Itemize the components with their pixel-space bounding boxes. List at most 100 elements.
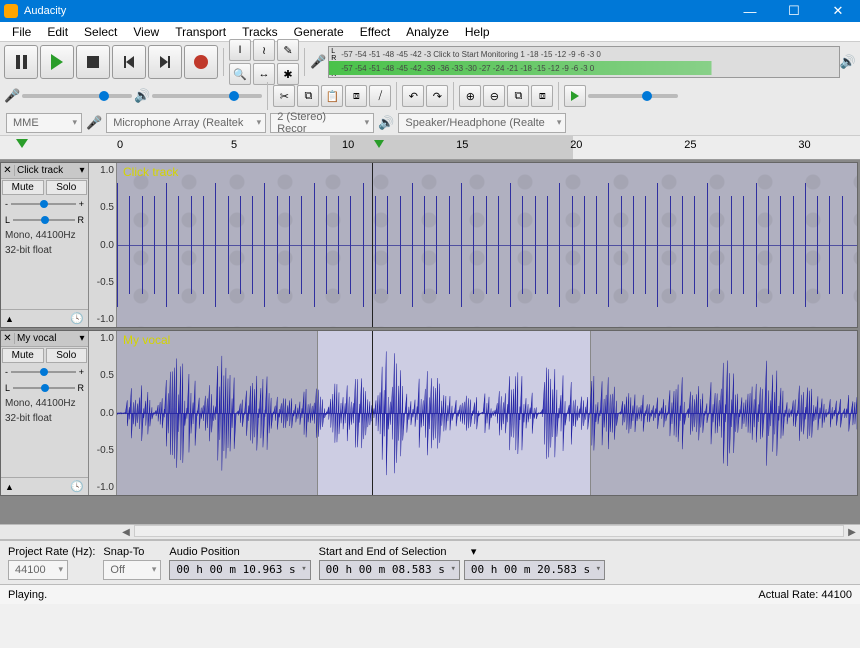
draw-tool[interactable]: ✎ bbox=[277, 39, 299, 61]
statusbar: Playing. Actual Rate: 44100 bbox=[0, 584, 860, 604]
pause-button[interactable] bbox=[4, 45, 38, 79]
mute-button[interactable]: Mute bbox=[2, 348, 44, 363]
play-meter-icon: 🔊 bbox=[840, 54, 856, 70]
rec-meter[interactable]: LR -57 -54 -51 -48 -45 -42 -3 Click to S… bbox=[328, 46, 840, 78]
rec-meter-scale: -57 -54 -51 -48 -45 -42 -3 Click to Star… bbox=[329, 47, 839, 61]
horizontal-scrollbar[interactable]: ◀ ▶ bbox=[0, 524, 860, 540]
menu-select[interactable]: Select bbox=[76, 23, 125, 41]
menu-effect[interactable]: Effect bbox=[352, 23, 398, 41]
audio-position-label: Audio Position bbox=[169, 546, 310, 558]
cut-button[interactable]: ✂ bbox=[273, 85, 295, 107]
tools-grid: I ≀ ✎ 🔍 ↔ ✱ bbox=[229, 39, 299, 85]
track-label: My vocal bbox=[123, 333, 170, 347]
menu-generate[interactable]: Generate bbox=[286, 23, 352, 41]
mic-icon: 🎤 bbox=[4, 88, 20, 104]
actual-rate-text: Actual Rate: 44100 bbox=[758, 589, 852, 601]
selection-tool[interactable]: I bbox=[229, 39, 251, 61]
menu-edit[interactable]: Edit bbox=[39, 23, 76, 41]
menubar: File Edit Select View Transport Tracks G… bbox=[0, 22, 860, 42]
track-name[interactable]: My vocal bbox=[15, 333, 76, 344]
envelope-tool[interactable]: ≀ bbox=[253, 39, 275, 61]
device-toolbar: MME 🎤 Microphone Array (Realtek 2 (Stere… bbox=[0, 110, 860, 136]
play-button[interactable] bbox=[40, 45, 74, 79]
play-volume-slider[interactable] bbox=[152, 94, 262, 98]
speaker-icon: 🔊 bbox=[134, 88, 150, 104]
playhead-start-icon bbox=[16, 139, 28, 148]
input-device-combo[interactable]: Microphone Array (Realtek bbox=[106, 113, 266, 133]
track-close-button[interactable]: ✕ bbox=[1, 333, 15, 344]
gain-slider[interactable]: -+ bbox=[5, 367, 84, 377]
solo-button[interactable]: Solo bbox=[46, 180, 88, 195]
zoom-in-button[interactable]: ⊕ bbox=[459, 85, 481, 107]
track-name[interactable]: Click track bbox=[15, 165, 76, 176]
maximize-button[interactable]: ☐ bbox=[772, 0, 816, 22]
status-text: Playing. bbox=[8, 589, 47, 601]
play-speed-slider[interactable] bbox=[588, 94, 678, 98]
record-button[interactable] bbox=[184, 45, 218, 79]
selection-start-field[interactable]: 00 h 00 m 08.583 s bbox=[319, 560, 460, 580]
rec-meter-icon: 🎤 bbox=[310, 54, 326, 70]
solo-button[interactable]: Solo bbox=[46, 348, 88, 363]
redo-button[interactable]: ↷ bbox=[426, 85, 448, 107]
zoom-out-button[interactable]: ⊖ bbox=[483, 85, 505, 107]
fit-selection-button[interactable]: ⧉ bbox=[507, 85, 529, 107]
play-meter-scale: -57 -54 -51 -48 -45 -42 -39 -36 -33 -30 … bbox=[329, 61, 839, 75]
playhead-marker[interactable] bbox=[374, 140, 384, 148]
waveform-vocal[interactable]: My vocal bbox=[117, 331, 857, 495]
trim-button[interactable]: ⧈ bbox=[345, 85, 367, 107]
timeshift-tool[interactable]: ↔ bbox=[253, 63, 275, 85]
app-title: Audacity bbox=[24, 5, 66, 17]
undo-button[interactable]: ↶ bbox=[402, 85, 424, 107]
track-format: Mono, 44100Hz bbox=[1, 396, 88, 411]
stop-button[interactable] bbox=[76, 45, 110, 79]
waveform-click[interactable]: Click track bbox=[117, 163, 857, 327]
host-combo[interactable]: MME bbox=[6, 113, 82, 133]
menu-tracks[interactable]: Tracks bbox=[234, 23, 286, 41]
zoom-tool[interactable]: 🔍 bbox=[229, 63, 251, 85]
minimize-button[interactable]: — bbox=[728, 0, 772, 22]
snap-combo[interactable]: Off bbox=[103, 560, 161, 580]
gain-slider[interactable]: -+ bbox=[5, 199, 84, 209]
pan-slider[interactable]: LR bbox=[5, 383, 84, 393]
track-panel: ✕ My vocal ▾ Mute Solo -+ LR Mono, 44100… bbox=[1, 331, 89, 495]
collapse-button[interactable]: ▲ bbox=[5, 314, 14, 324]
output-device-combo[interactable]: Speaker/Headphone (Realte bbox=[398, 113, 566, 133]
play-at-speed-button[interactable] bbox=[564, 85, 586, 107]
collapse-button[interactable]: ▲ bbox=[5, 482, 14, 492]
selection-toolbar: Project Rate (Hz): 44100 Snap-To Off Aud… bbox=[0, 540, 860, 584]
skip-start-button[interactable] bbox=[112, 45, 146, 79]
copy-button[interactable]: ⧉ bbox=[297, 85, 319, 107]
sync-icon: 🕓 bbox=[70, 480, 84, 493]
menu-view[interactable]: View bbox=[125, 23, 167, 41]
app-icon bbox=[4, 4, 18, 18]
track-close-button[interactable]: ✕ bbox=[1, 165, 15, 176]
menu-transport[interactable]: Transport bbox=[167, 23, 234, 41]
menu-file[interactable]: File bbox=[4, 23, 39, 41]
track-vscale[interactable]: 1.00.50.0-0.5-1.0 bbox=[89, 331, 117, 495]
menu-analyze[interactable]: Analyze bbox=[398, 23, 457, 41]
track-vocal: ✕ My vocal ▾ Mute Solo -+ LR Mono, 44100… bbox=[0, 330, 858, 496]
track-vscale[interactable]: 1.00.50.0-0.5-1.0 bbox=[89, 163, 117, 327]
track-bits: 32-bit float bbox=[1, 411, 88, 426]
track-menu-button[interactable]: ▾ bbox=[76, 165, 88, 176]
pan-slider[interactable]: LR bbox=[5, 215, 84, 225]
fit-project-button[interactable]: ⧈ bbox=[531, 85, 553, 107]
paste-button[interactable]: 📋 bbox=[321, 85, 343, 107]
skip-end-button[interactable] bbox=[148, 45, 182, 79]
project-rate-combo[interactable]: 44100 bbox=[8, 560, 68, 580]
rec-volume-slider[interactable] bbox=[22, 94, 132, 98]
timeline[interactable]: 0 5 10 15 20 25 30 bbox=[0, 136, 860, 160]
mute-button[interactable]: Mute bbox=[2, 180, 44, 195]
channels-combo[interactable]: 2 (Stereo) Recor bbox=[270, 113, 374, 133]
audio-position-field[interactable]: 00 h 00 m 10.963 s bbox=[169, 560, 310, 580]
close-button[interactable]: ✕ bbox=[816, 0, 860, 22]
multi-tool[interactable]: ✱ bbox=[277, 63, 299, 85]
track-menu-button[interactable]: ▾ bbox=[76, 333, 88, 344]
menu-help[interactable]: Help bbox=[457, 23, 498, 41]
silence-button[interactable]: ⧸ bbox=[369, 85, 391, 107]
track-panel: ✕ Click track ▾ Mute Solo -+ LR Mono, 44… bbox=[1, 163, 89, 327]
selection-end-field[interactable]: 00 h 00 m 20.583 s bbox=[464, 560, 605, 580]
sync-icon: 🕓 bbox=[70, 312, 84, 325]
track-format: Mono, 44100Hz bbox=[1, 228, 88, 243]
track-click: ✕ Click track ▾ Mute Solo -+ LR Mono, 44… bbox=[0, 162, 858, 328]
